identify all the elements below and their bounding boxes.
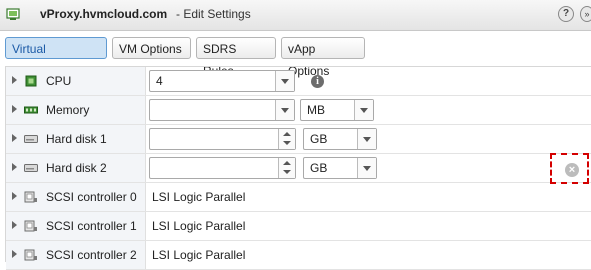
tab-sdrs-rules[interactable]: SDRS Rules [196, 37, 276, 78]
device-label-cell: SCSI controller 1 [6, 212, 146, 240]
device-label: Hard disk 2 [46, 161, 107, 175]
device-row-cpu: CPU 4 i [6, 67, 591, 96]
spinner-arrows[interactable] [278, 158, 295, 178]
dialog-titlebar: vProxy.hvmcloud.com - Edit Settings ? » [0, 0, 591, 31]
device-row-hard-disk-2: Hard disk 2 GB [6, 154, 591, 183]
dialog-subtitle: - Edit Settings [176, 7, 251, 21]
scsi-controller-type: LSI Logic Parallel [152, 190, 246, 204]
device-label-cell: SCSI controller 2 [6, 241, 146, 269]
device-label-cell: CPU [6, 67, 146, 95]
device-label: Memory [46, 103, 90, 117]
expand-caret-icon[interactable] [12, 192, 17, 200]
hard-disk-1-size-spinner[interactable] [149, 128, 296, 150]
help-icon[interactable]: ? [558, 6, 574, 22]
device-label: SCSI controller 1 [46, 219, 137, 233]
arrow-up-icon[interactable] [283, 132, 291, 136]
expand-icon[interactable]: » [580, 6, 591, 22]
device-label: CPU [46, 74, 72, 88]
device-label: Hard disk 1 [46, 132, 107, 146]
hard-disk-2-unit-select[interactable]: GB [303, 157, 377, 179]
arrow-down-icon[interactable] [283, 141, 291, 145]
chevron-down-icon[interactable] [357, 158, 376, 178]
device-row-scsi-controller-1: SCSI controller 1 LSI Logic Parallel [6, 212, 591, 241]
memory-unit-value: MB [307, 103, 325, 117]
device-label-cell: Hard disk 1 [6, 125, 146, 153]
spinner-arrows[interactable] [278, 129, 295, 149]
remove-device-highlight: × [550, 153, 589, 184]
expand-caret-icon[interactable] [12, 163, 17, 171]
device-label-cell: Memory [6, 96, 146, 124]
device-label-cell: Hard disk 2 [6, 154, 146, 182]
device-label: SCSI controller 0 [46, 190, 137, 204]
tab-vm-options[interactable]: VM Options [112, 37, 191, 59]
chevron-down-icon[interactable] [275, 71, 294, 91]
hard-disk-1-unit-select[interactable]: GB [303, 128, 377, 150]
scsi-controller-icon [24, 249, 37, 261]
device-row-scsi-controller-2: SCSI controller 2 LSI Logic Parallel [6, 241, 591, 270]
memory-size-select[interactable] [149, 99, 295, 121]
expand-caret-icon[interactable] [12, 221, 17, 229]
cpu-count-select[interactable]: 4 [149, 70, 295, 92]
scsi-controller-icon [24, 191, 37, 203]
memory-unit-select[interactable]: MB [300, 99, 374, 121]
tab-virtual-hardware[interactable]: Virtual Hardware [5, 37, 107, 78]
hard-disk-2-size-spinner[interactable] [149, 157, 296, 179]
hard-disk-icon [24, 164, 38, 172]
arrow-up-icon[interactable] [283, 161, 291, 165]
cpu-count-value: 4 [156, 74, 163, 88]
chevron-down-icon[interactable] [275, 100, 294, 120]
cpu-icon [25, 75, 37, 87]
expand-caret-icon[interactable] [12, 105, 17, 113]
vm-name-title: vProxy.hvmcloud.com [40, 7, 168, 21]
expand-caret-icon[interactable] [12, 76, 17, 84]
scsi-controller-type: LSI Logic Parallel [152, 219, 246, 233]
hard-disk-2-unit-value: GB [310, 161, 328, 175]
device-row-scsi-controller-0: SCSI controller 0 LSI Logic Parallel [6, 183, 591, 212]
expand-caret-icon[interactable] [12, 134, 17, 142]
tab-vapp-options[interactable]: vApp Options [281, 37, 365, 78]
memory-icon [24, 106, 38, 114]
chevron-down-icon[interactable] [357, 129, 376, 149]
virtual-hardware-list: CPU 4 i Memory MB Hard disk 1 GB Hard di… [5, 66, 591, 270]
chevron-down-icon[interactable] [354, 100, 373, 120]
remove-device-icon[interactable]: × [565, 163, 579, 177]
info-icon[interactable]: i [311, 75, 324, 88]
virtual-machine-icon [6, 8, 20, 20]
device-row-memory: Memory MB [6, 96, 591, 125]
scsi-controller-type: LSI Logic Parallel [152, 248, 246, 262]
expand-caret-icon[interactable] [12, 250, 17, 258]
hard-disk-1-unit-value: GB [310, 132, 328, 146]
arrow-down-icon[interactable] [283, 170, 291, 174]
device-label: SCSI controller 2 [46, 248, 137, 262]
hard-disk-icon [24, 135, 38, 143]
scsi-controller-icon [24, 220, 37, 232]
device-row-hard-disk-1: Hard disk 1 GB [6, 125, 591, 154]
device-label-cell: SCSI controller 0 [6, 183, 146, 211]
